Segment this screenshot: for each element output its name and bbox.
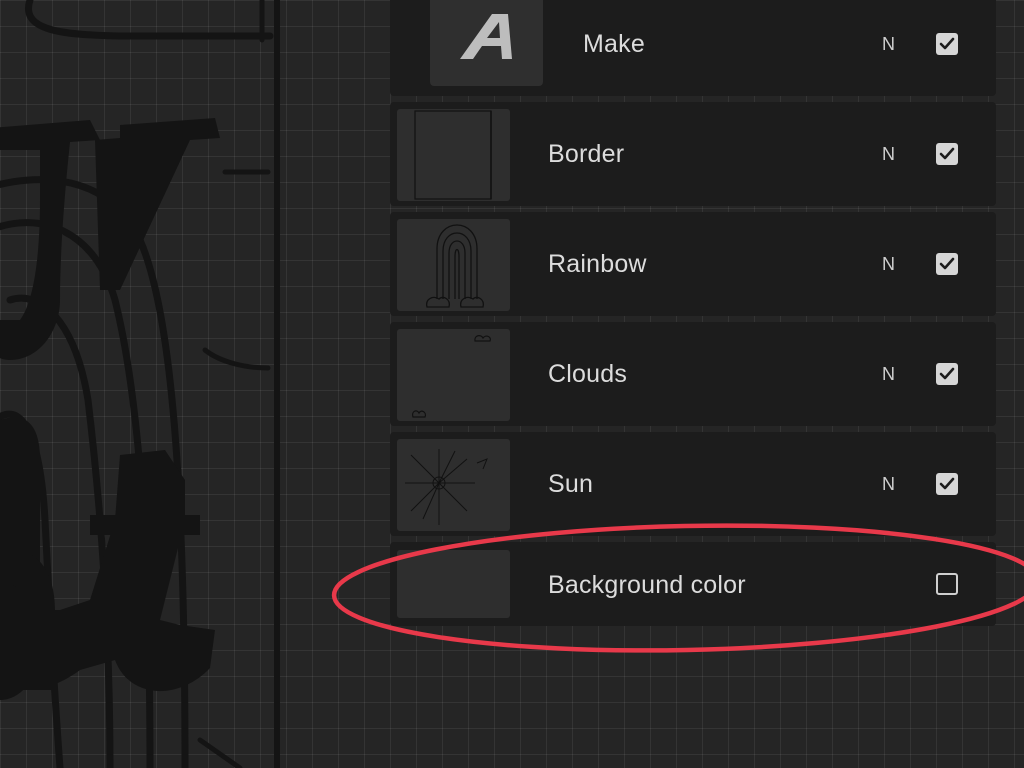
layer-name: Background color <box>548 571 746 599</box>
blend-mode-button[interactable]: N <box>882 0 895 96</box>
background-swatch[interactable] <box>397 550 510 618</box>
visibility-checkbox[interactable] <box>936 143 958 165</box>
layer-row-border[interactable]: Border N <box>390 102 996 206</box>
visibility-checkbox[interactable] <box>936 253 958 275</box>
blend-mode-button[interactable]: N <box>882 322 895 426</box>
blend-mode-button[interactable]: N <box>882 212 895 316</box>
layer-name: Make <box>583 30 645 58</box>
clouds-thumbnail[interactable] <box>397 329 510 421</box>
blend-mode-button[interactable]: N <box>882 102 895 206</box>
layer-row-make[interactable]: Make N <box>390 0 996 96</box>
layer-name: Clouds <box>548 360 628 388</box>
border-thumbnail[interactable] <box>397 109 510 201</box>
layers-panel: Make N Border N Rainbow N Clouds N Sun N… <box>380 0 1000 768</box>
visibility-checkbox[interactable] <box>936 363 958 385</box>
visibility-checkbox[interactable] <box>936 573 958 595</box>
layer-row-clouds[interactable]: Clouds N <box>390 322 996 426</box>
blend-mode-button[interactable]: N <box>882 432 895 536</box>
layer-row-rainbow[interactable]: Rainbow N <box>390 212 996 316</box>
canvas-artwork[interactable] <box>0 0 300 768</box>
rainbow-thumbnail[interactable] <box>397 219 510 311</box>
sun-thumbnail[interactable] <box>397 439 510 531</box>
checkmark-icon <box>939 147 955 160</box>
checkmark-icon <box>939 257 955 270</box>
layer-name: Border <box>548 140 625 168</box>
visibility-checkbox[interactable] <box>936 33 958 55</box>
text-layer-icon[interactable] <box>430 0 543 86</box>
checkmark-icon <box>939 477 955 490</box>
layer-name: Rainbow <box>548 250 647 278</box>
visibility-checkbox[interactable] <box>936 473 958 495</box>
checkmark-icon <box>939 367 955 380</box>
layer-row-sun[interactable]: Sun N <box>390 432 996 536</box>
layer-row-background-color[interactable]: Background color <box>390 542 996 626</box>
checkmark-icon <box>939 37 955 50</box>
layer-name: Sun <box>548 470 594 498</box>
